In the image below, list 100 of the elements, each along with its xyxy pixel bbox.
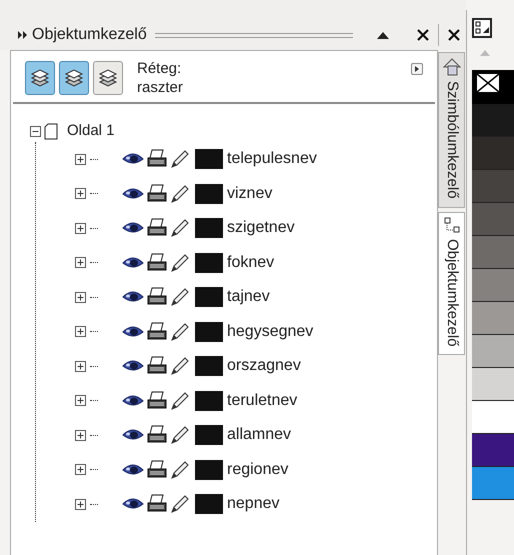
- pencil-icon[interactable]: [170, 390, 190, 411]
- layer-name[interactable]: allamnev: [227, 423, 292, 448]
- layer-view-button[interactable]: [93, 61, 123, 95]
- layer-name[interactable]: hegysegnev: [227, 320, 314, 344]
- layers-icon: [29, 67, 51, 89]
- pencil-icon[interactable]: [170, 356, 190, 376]
- eye-icon[interactable]: [122, 152, 144, 166]
- layer-view-button[interactable]: [25, 61, 55, 95]
- layer-color-swatch[interactable]: [195, 356, 223, 376]
- expand-icon[interactable]: [75, 395, 86, 406]
- layer-label: Réteg:: [137, 59, 182, 78]
- layer-name[interactable]: nepnev: [227, 492, 280, 516]
- color-swatch[interactable]: [472, 236, 514, 269]
- expand-icon[interactable]: [75, 292, 86, 303]
- eye-icon[interactable]: [122, 221, 144, 236]
- pencil-icon[interactable]: [170, 149, 190, 170]
- layer-color-swatch[interactable]: [195, 460, 223, 480]
- layer-color-swatch[interactable]: [195, 425, 223, 446]
- printer-icon[interactable]: [146, 184, 168, 204]
- close-icon[interactable]: [417, 29, 429, 41]
- layers-icon: [97, 67, 119, 89]
- expand-icon[interactable]: [75, 222, 86, 234]
- layer-color-swatch[interactable]: [195, 149, 223, 170]
- expand-icon[interactable]: [75, 430, 86, 441]
- no-color-swatch[interactable]: [472, 70, 514, 104]
- cross-icon: [477, 74, 499, 92]
- pencil-icon[interactable]: [170, 322, 190, 342]
- expand-icon[interactable]: [75, 154, 86, 165]
- color-swatch[interactable]: [472, 203, 514, 236]
- pencil-icon[interactable]: [170, 252, 190, 273]
- layer-color-swatch[interactable]: [195, 218, 223, 238]
- color-swatch[interactable]: [472, 137, 514, 170]
- printer-icon[interactable]: [146, 149, 168, 170]
- pencil-icon[interactable]: [170, 494, 190, 514]
- printer-icon[interactable]: [146, 425, 168, 446]
- eye-icon[interactable]: [122, 394, 144, 408]
- side-tab[interactable]: Szimbólumkezelő: [438, 52, 465, 208]
- printer-icon[interactable]: [146, 356, 168, 376]
- layer-name[interactable]: orszagnev: [227, 354, 301, 378]
- eye-icon[interactable]: [122, 497, 144, 512]
- printer-icon[interactable]: [146, 494, 168, 514]
- eye-icon[interactable]: [122, 256, 144, 270]
- expand-icon[interactable]: [75, 464, 86, 476]
- eye-icon[interactable]: [122, 359, 144, 374]
- color-swatch[interactable]: [472, 269, 514, 302]
- layer-color-swatch[interactable]: [195, 252, 223, 273]
- eye-icon[interactable]: [122, 290, 144, 304]
- color-swatch[interactable]: [472, 170, 514, 203]
- printer-icon[interactable]: [146, 460, 168, 480]
- side-tab[interactable]: Objektumkezelő: [438, 212, 465, 356]
- page-icon: [44, 122, 58, 140]
- flyout-button[interactable]: [411, 63, 423, 75]
- pencil-icon[interactable]: [170, 460, 190, 480]
- printer-icon[interactable]: [146, 322, 168, 342]
- shapes-icon: [442, 57, 462, 77]
- color-swatch[interactable]: [472, 104, 514, 137]
- eye-icon[interactable]: [122, 324, 144, 339]
- eye-icon[interactable]: [122, 462, 144, 477]
- color-swatch[interactable]: [472, 302, 514, 335]
- docker-title: Objektumkezelő: [32, 25, 147, 45]
- printer-icon[interactable]: [146, 390, 168, 411]
- layer-name[interactable]: viznev: [227, 182, 272, 206]
- layer-view-button[interactable]: [59, 61, 89, 95]
- color-swatch[interactable]: [472, 335, 514, 368]
- pencil-icon[interactable]: [170, 425, 190, 446]
- color-swatch[interactable]: [472, 467, 514, 500]
- layer-name[interactable]: tajnev: [227, 285, 270, 310]
- layers-icon: [63, 67, 85, 89]
- expand-icon[interactable]: [75, 188, 86, 200]
- color-swatch[interactable]: [472, 434, 514, 467]
- palette-menu-icon[interactable]: [472, 18, 492, 38]
- collapse-icon[interactable]: [30, 126, 41, 136]
- pencil-icon[interactable]: [170, 287, 190, 308]
- collapse-arrow-icon[interactable]: [377, 31, 389, 39]
- eye-icon[interactable]: [122, 428, 144, 442]
- expand-icon[interactable]: [75, 326, 86, 338]
- layer-name[interactable]: szigetnev: [227, 216, 295, 240]
- expand-icon[interactable]: [75, 360, 86, 372]
- layer-color-swatch[interactable]: [195, 494, 223, 514]
- close-icon[interactable]: [448, 29, 460, 41]
- pencil-icon[interactable]: [170, 218, 190, 238]
- expand-icon[interactable]: [75, 498, 86, 510]
- layer-name[interactable]: regionev: [227, 458, 288, 482]
- layer-name[interactable]: foknev: [227, 250, 274, 275]
- layer-name[interactable]: telepulesnev: [227, 147, 317, 172]
- layer-color-swatch[interactable]: [195, 322, 223, 342]
- printer-icon[interactable]: [146, 287, 168, 308]
- page-label[interactable]: Oldal 1: [67, 120, 115, 142]
- eye-icon[interactable]: [122, 186, 144, 201]
- layer-name[interactable]: teruletnev: [227, 388, 298, 413]
- pencil-icon[interactable]: [170, 184, 190, 204]
- double-arrow-icon[interactable]: [18, 31, 28, 39]
- color-swatch[interactable]: [472, 401, 514, 434]
- expand-icon[interactable]: [75, 257, 86, 268]
- layer-color-swatch[interactable]: [195, 390, 223, 411]
- printer-icon[interactable]: [146, 218, 168, 238]
- color-swatch[interactable]: [472, 368, 514, 401]
- printer-icon[interactable]: [146, 252, 168, 273]
- layer-color-swatch[interactable]: [195, 287, 223, 308]
- layer-color-swatch[interactable]: [195, 184, 223, 204]
